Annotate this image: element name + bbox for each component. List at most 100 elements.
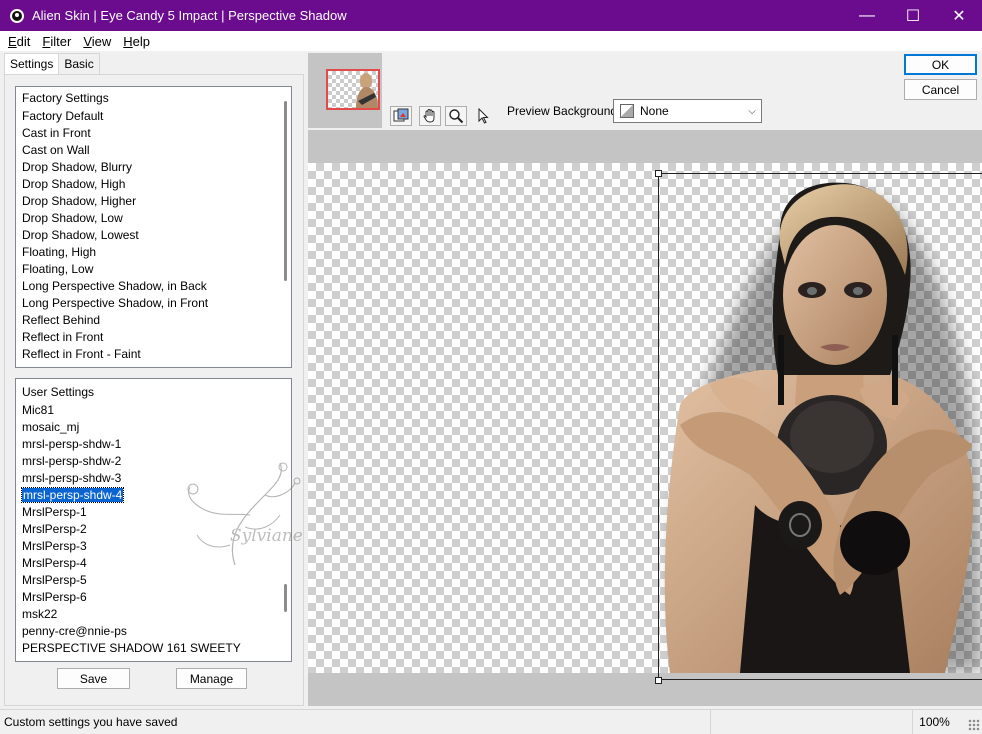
background-swatch-icon [620, 104, 634, 118]
ok-button[interactable]: OK [904, 54, 977, 75]
menu-edit[interactable]: Edit [2, 34, 36, 49]
minimize-button[interactable]: — [844, 0, 890, 31]
user-item-label: mrsl-persp-shdw-4 [20, 487, 125, 503]
factory-item-label: Drop Shadow, Low [22, 211, 123, 225]
factory-item-label: Drop Shadow, Lowest [22, 228, 139, 242]
factory-item-label: Drop Shadow, Higher [22, 194, 137, 208]
save-button[interactable]: Save [57, 668, 130, 689]
factory-item[interactable]: Long Perspective Shadow, in Back [16, 278, 291, 295]
factory-item[interactable]: Floating, Low [16, 261, 291, 278]
factory-item[interactable]: Factory Default [16, 108, 291, 125]
user-list-scrollbar[interactable] [284, 584, 287, 612]
factory-settings-header: Factory Settings [22, 91, 109, 105]
user-item-label: MrslPersp-5 [22, 573, 87, 587]
factory-settings-list[interactable]: Factory Settings Factory Default Cast in … [15, 86, 292, 368]
cancel-button[interactable]: Cancel [904, 79, 977, 100]
user-item[interactable]: mrsl-persp-shdw-3 [16, 470, 291, 487]
user-item[interactable]: msk22 [16, 606, 291, 623]
factory-item[interactable]: Drop Shadow, Low [16, 210, 291, 227]
user-item-label: PERSPECTIVE SHADOW 161 SWEETY [22, 641, 241, 655]
tab-settings[interactable]: Settings [4, 53, 60, 75]
factory-item[interactable]: Long Perspective Shadow, in Front [16, 295, 291, 312]
factory-item-label: Reflect Behind [22, 313, 101, 327]
factory-item[interactable]: Drop Shadow, Blurry [16, 159, 291, 176]
user-item-label: MrslPersp-4 [22, 556, 87, 570]
navigator-thumbnail[interactable] [326, 69, 380, 110]
user-item-label: mrsl-persp-shdw-1 [22, 437, 122, 451]
user-item-label: penny-cre@nnie-ps [22, 624, 127, 638]
factory-item-label: Reflect in Front - Faint [22, 347, 141, 361]
resize-handle-top-left[interactable] [655, 170, 662, 177]
preview-background-select[interactable]: None ⌵ [613, 99, 762, 123]
user-item[interactable]: MrslPersp-6 [16, 589, 291, 606]
resize-handle-bottom-left[interactable] [655, 677, 662, 684]
factory-item-label: Factory Default [22, 109, 104, 123]
user-item-label: MrslPersp-3 [22, 539, 87, 553]
preview-background-value: None [640, 104, 669, 118]
user-item-label: MrslPersp-2 [22, 522, 87, 536]
factory-item-label: Long Perspective Shadow, in Back [22, 279, 207, 293]
factory-item-label: Floating, Low [22, 262, 94, 276]
hand-icon [423, 109, 435, 123]
tab-strip: Settings Basic [4, 53, 100, 75]
user-item[interactable]: MrslPersp-2 [16, 521, 291, 538]
user-item[interactable]: mrsl-persp-shdw-2 [16, 453, 291, 470]
chevron-down-icon: ⌵ [748, 105, 756, 117]
menu-view[interactable]: View [77, 34, 117, 49]
preview-toggle-button[interactable] [390, 106, 412, 126]
user-item[interactable]: MrslPersp-4 [16, 555, 291, 572]
user-item-label: mosaic_mj [22, 420, 80, 434]
factory-item[interactable]: Reflect in Front - Faint [16, 346, 291, 363]
status-message: Custom settings you have saved [4, 715, 178, 729]
user-item-label: MrslPersp-1 [22, 505, 87, 519]
user-item[interactable]: MrslPersp-3 [16, 538, 291, 555]
factory-item[interactable]: Reflect Behind [16, 312, 291, 329]
tab-basic[interactable]: Basic [58, 53, 100, 75]
maximize-button[interactable]: ☐ [890, 0, 936, 31]
user-item[interactable]: mrsl-persp-shdw-1 [16, 436, 291, 453]
user-item[interactable]: mosaic_mj [16, 419, 291, 436]
magnifier-icon [449, 109, 464, 124]
factory-item[interactable]: Drop Shadow, High [16, 176, 291, 193]
user-item[interactable]: MrslPersp-5 [16, 572, 291, 589]
user-item[interactable]: PERSPECTIVE SHADOW 161 SWEETY [16, 640, 291, 657]
pointer-tool-button[interactable] [472, 106, 494, 126]
status-divider [710, 710, 711, 734]
resize-grip-icon[interactable] [968, 719, 980, 731]
title-bar: Alien Skin | Eye Candy 5 Impact | Perspe… [0, 0, 982, 31]
arrow-pointer-icon [478, 108, 489, 124]
user-item-label: mrsl-persp-shdw-3 [22, 471, 122, 485]
user-item[interactable]: penny-cre@nnie-ps [16, 623, 291, 640]
app-icon [10, 8, 24, 23]
factory-item[interactable]: Floating, High [16, 244, 291, 261]
close-button[interactable]: ✕ [936, 0, 982, 31]
user-item[interactable]: Mic81 [16, 402, 291, 419]
user-settings-list[interactable]: User Settings Mic81 mosaic_mj mrsl-persp-s… [15, 378, 292, 662]
factory-item-label: Drop Shadow, Blurry [22, 160, 133, 174]
user-item-label: Mic81 [22, 403, 55, 417]
hand-tool-button[interactable] [419, 106, 441, 126]
factory-item[interactable]: Cast on Wall [16, 142, 291, 159]
factory-item-label: Drop Shadow, High [22, 177, 126, 191]
factory-item[interactable]: Cast in Front [16, 125, 291, 142]
factory-item-label: Cast on Wall [22, 143, 90, 157]
user-item[interactable]: mrsl-persp-shdw-4 [16, 487, 291, 504]
user-item-label: MrslPersp-6 [22, 590, 87, 604]
preview-background-label: Preview Background: [507, 104, 621, 118]
user-item[interactable]: MrslPersp-1 [16, 504, 291, 521]
menu-help[interactable]: Help [117, 34, 156, 49]
factory-item-label: Cast in Front [22, 126, 91, 140]
user-settings-header: User Settings [22, 385, 95, 399]
manage-button[interactable]: Manage [176, 668, 247, 689]
zoom-tool-button[interactable] [445, 106, 467, 126]
selection-bounds[interactable] [658, 173, 982, 680]
factory-item-label: Reflect in Front [22, 330, 104, 344]
window-title: Alien Skin | Eye Candy 5 Impact | Perspe… [32, 8, 347, 23]
factory-item[interactable]: Drop Shadow, Higher [16, 193, 291, 210]
factory-item-label: Floating, High [22, 245, 97, 259]
factory-list-scrollbar[interactable] [284, 101, 287, 281]
factory-item[interactable]: Reflect in Front [16, 329, 291, 346]
zoom-level: 100% [912, 710, 956, 734]
factory-item[interactable]: Drop Shadow, Lowest [16, 227, 291, 244]
menu-filter[interactable]: Filter [36, 34, 77, 49]
